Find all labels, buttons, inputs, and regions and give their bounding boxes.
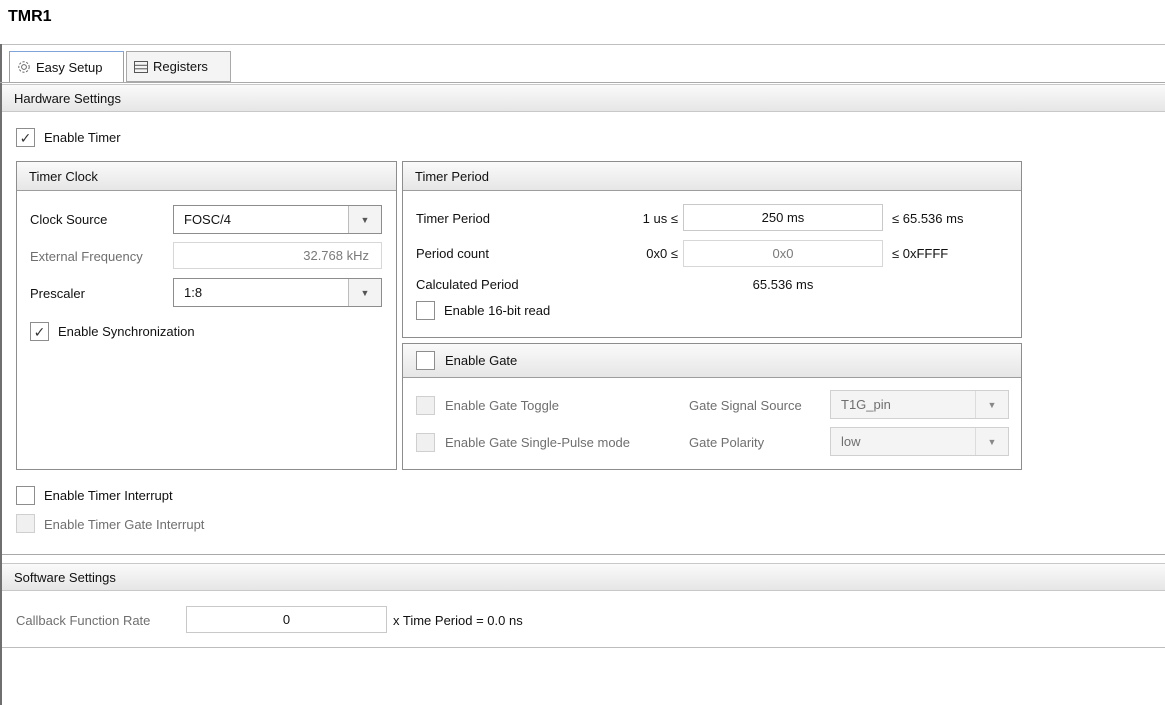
tab-registers-label: Registers: [153, 59, 208, 74]
callback-rate-suffix: x Time Period = 0.0 ns: [393, 613, 523, 628]
enable-16bit-read-checkbox[interactable]: [416, 301, 435, 320]
gate-polarity-select[interactable]: low ▼: [830, 427, 1009, 456]
enable-gate-label: Enable Gate: [445, 353, 518, 368]
gate-signal-source-select[interactable]: T1G_pin ▼: [830, 390, 1009, 419]
chevron-down-icon[interactable]: ▼: [975, 391, 1008, 418]
enable-sync-checkbox[interactable]: ✓: [30, 322, 49, 341]
enable-timer-interrupt-label: Enable Timer Interrupt: [44, 488, 173, 503]
period-count-max: ≤ 0xFFFF: [892, 246, 949, 261]
timer-period-label: Timer Period: [416, 211, 490, 226]
check-icon: ✓: [33, 323, 46, 340]
period-count-value: 0x0: [772, 246, 794, 261]
enable-timer-checkbox[interactable]: ✓: [16, 128, 35, 147]
period-count-label: Period count: [416, 246, 489, 261]
enable-gate-checkbox[interactable]: [416, 351, 435, 370]
registers-icon: [133, 59, 149, 75]
timer-period-max: ≤ 65.536 ms: [892, 211, 964, 226]
tab-registers[interactable]: Registers: [126, 51, 231, 82]
software-settings-title: Software Settings: [14, 569, 116, 585]
clock-source-select[interactable]: FOSC/4 ▼: [173, 205, 382, 234]
calculated-period-label: Calculated Period: [416, 277, 519, 292]
enable-gate-single-pulse-label: Enable Gate Single-Pulse mode: [445, 435, 631, 450]
software-settings-header: Software Settings: [2, 563, 1165, 591]
callback-rate-value: 0: [282, 612, 291, 627]
calculated-period-value: 65.536 ms: [752, 277, 814, 292]
title-divider: [0, 44, 1165, 45]
clock-source-label: Clock Source: [30, 212, 108, 227]
external-frequency-value: 32.768 kHz: [303, 248, 369, 263]
left-border: [0, 44, 2, 705]
check-icon: ✓: [19, 129, 32, 146]
gate-signal-source-label: Gate Signal Source: [689, 398, 802, 413]
external-frequency-field: 32.768 kHz: [173, 242, 382, 269]
enable-gate-single-pulse-checkbox[interactable]: [416, 433, 435, 452]
callback-rate-label: Callback Function Rate: [16, 613, 151, 628]
timer-period-input[interactable]: 250 ms: [683, 204, 883, 231]
hardware-settings-header: Hardware Settings: [2, 84, 1165, 112]
bottom-divider: [2, 647, 1165, 648]
gate-header: Enable Gate: [403, 344, 1021, 378]
timer-period-min: 1 us ≤: [642, 211, 678, 226]
prescaler-value: 1:8: [184, 285, 203, 300]
external-frequency-label: External Frequency: [30, 249, 143, 264]
gate-polarity-label: Gate Polarity: [689, 435, 765, 450]
prescaler-select[interactable]: 1:8 ▼: [173, 278, 382, 307]
period-count-min: 0x0 ≤: [646, 246, 678, 261]
tab-easy-setup[interactable]: Easy Setup: [9, 51, 124, 83]
enable-16bit-read-label: Enable 16-bit read: [444, 303, 551, 318]
enable-gate-toggle-label: Enable Gate Toggle: [445, 398, 559, 413]
enable-sync-label: Enable Synchronization: [58, 324, 195, 339]
enable-timer-interrupt-checkbox[interactable]: [16, 486, 35, 505]
gate-polarity-value: low: [841, 434, 861, 449]
window-title: TMR1: [8, 8, 52, 25]
gear-icon: [16, 59, 32, 75]
prescaler-label: Prescaler: [30, 286, 85, 301]
chevron-down-icon[interactable]: ▼: [348, 279, 381, 306]
chevron-down-icon[interactable]: ▼: [975, 428, 1008, 455]
timer-period-value: 250 ms: [761, 210, 805, 225]
software-divider: [2, 554, 1165, 555]
chevron-down-icon[interactable]: ▼: [348, 206, 381, 233]
timer-period-title: Timer Period: [415, 168, 489, 184]
period-count-field: 0x0: [683, 240, 883, 267]
clock-source-value: FOSC/4: [184, 212, 231, 227]
enable-timer-gate-interrupt-checkbox[interactable]: [16, 514, 35, 533]
timer-clock-header: Timer Clock: [17, 162, 396, 191]
timer-clock-title: Timer Clock: [29, 168, 98, 184]
tab-easy-setup-label: Easy Setup: [36, 59, 103, 75]
enable-timer-gate-interrupt-label: Enable Timer Gate Interrupt: [44, 517, 205, 532]
timer-period-header: Timer Period: [403, 162, 1021, 191]
callback-rate-input[interactable]: 0: [186, 606, 387, 633]
tab-strip-divider: [0, 82, 1165, 83]
gate-signal-source-value: T1G_pin: [841, 397, 891, 412]
enable-timer-label: Enable Timer: [44, 130, 121, 145]
enable-gate-toggle-checkbox[interactable]: [416, 396, 435, 415]
hardware-settings-title: Hardware Settings: [14, 90, 121, 106]
